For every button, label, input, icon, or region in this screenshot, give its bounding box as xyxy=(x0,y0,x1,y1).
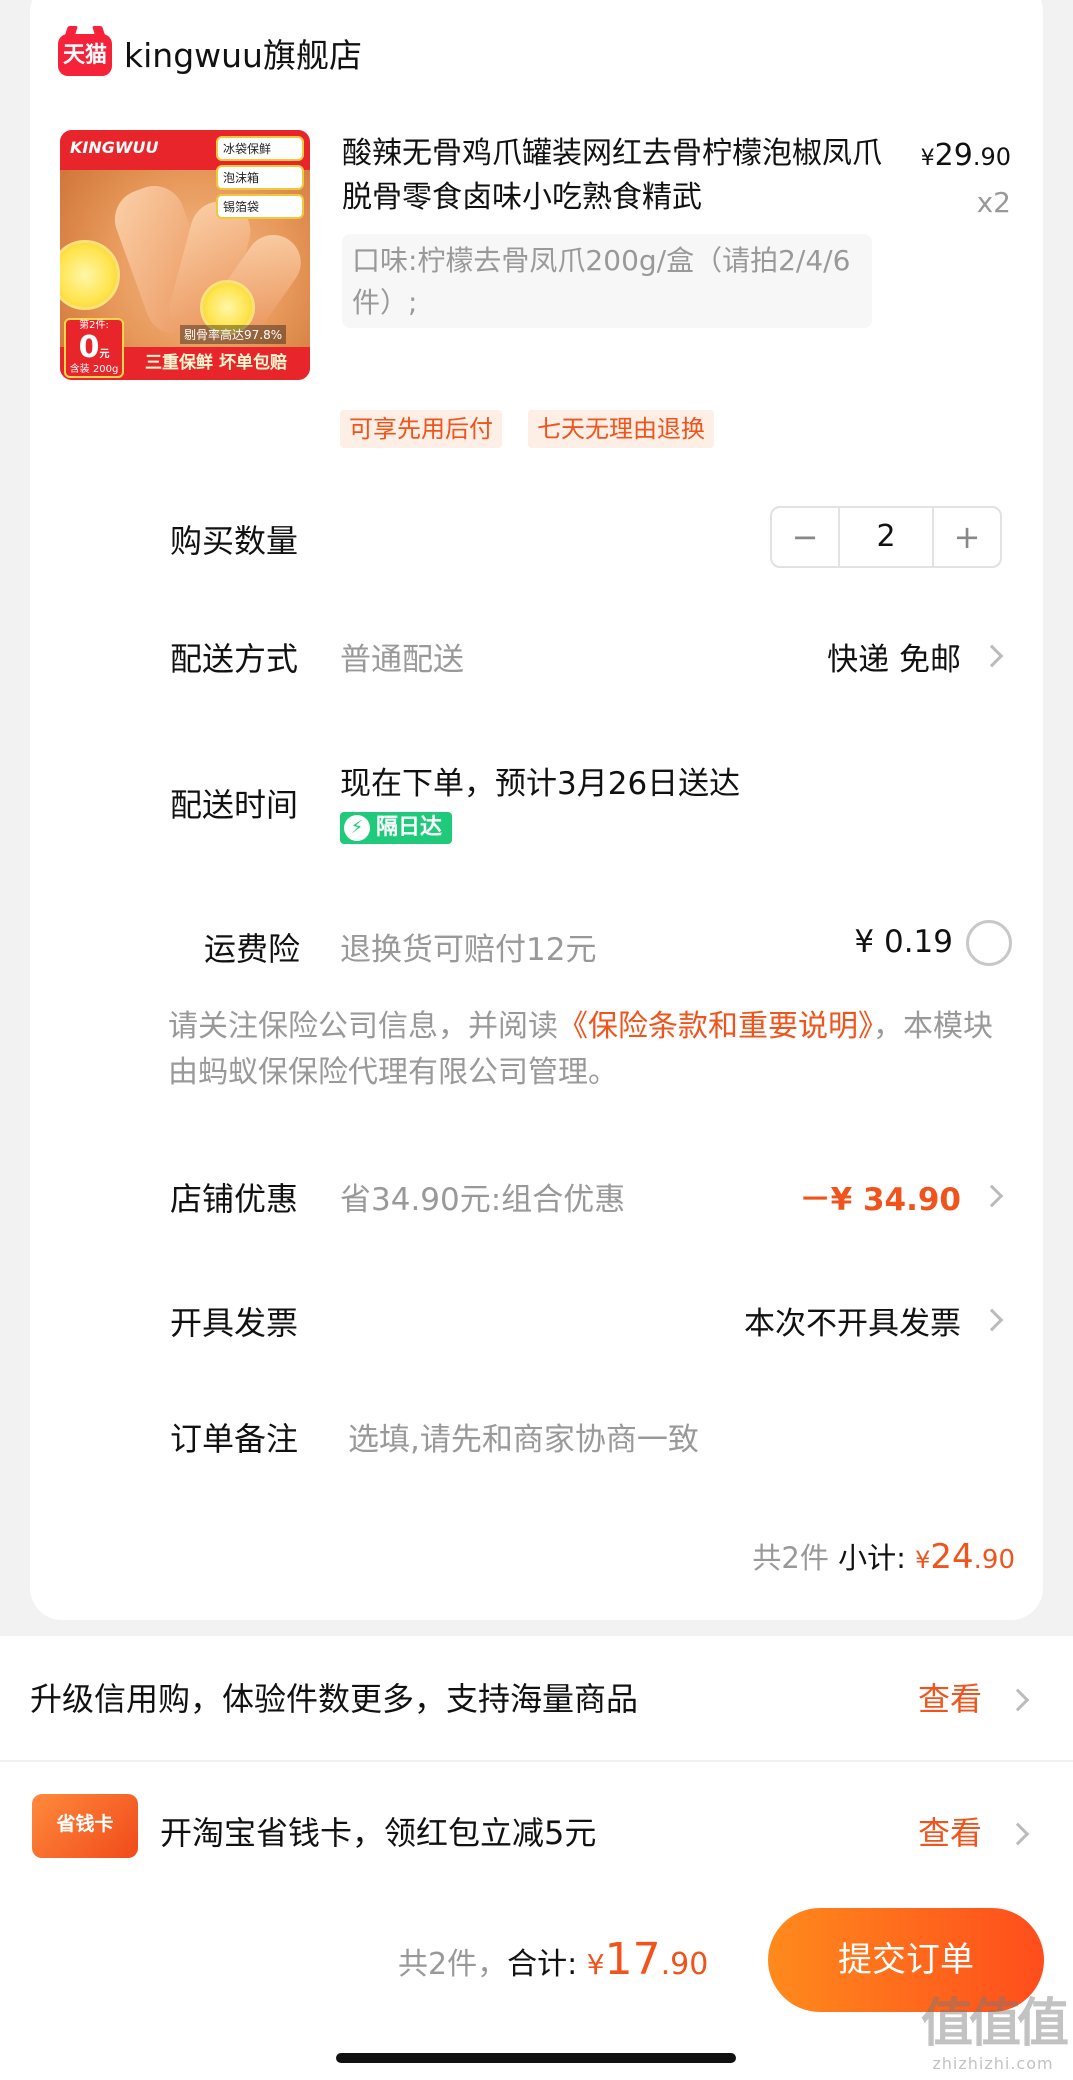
delivery-value: 普通配送 xyxy=(340,642,464,678)
invoice-label: 开具发票 xyxy=(170,1304,299,1342)
store-discount-amount[interactable]: －¥ 34.90 xyxy=(800,1174,961,1219)
insurance-note: 请关注保险公司信息，并阅读《保险条款和重要说明》，本模块由蚂蚁保保险代理有限公司… xyxy=(168,1009,993,1090)
image-rate-text: 剔骨率高达97.8% xyxy=(180,325,287,344)
insurance-label: 运费险 xyxy=(204,930,301,968)
insurance-price: ¥ 0.19 xyxy=(854,924,953,960)
pay-later-badge: 可享先用后付 xyxy=(340,410,502,448)
quantity-value[interactable]: 2 xyxy=(838,508,934,566)
delivery-label: 配送方式 xyxy=(170,640,299,678)
savecard-view-button[interactable]: 查看 xyxy=(918,1808,982,1854)
tmall-logo-icon: 天猫 xyxy=(58,34,112,76)
home-indicator[interactable] xyxy=(336,2053,736,2063)
product-image-brand: KINGWUU xyxy=(70,138,159,157)
subtotal: 共2件 小计: ¥24.90 xyxy=(752,1537,1015,1577)
chevron-right-icon[interactable] xyxy=(1006,1688,1030,1712)
return-badge: 七天无理由退换 xyxy=(528,410,714,448)
savecard-text: 开淘宝省钱卡，领红包立减5元 xyxy=(160,1814,597,1852)
credit-panel[interactable]: 升级信用购，体验件数更多，支持海量商品 查看 xyxy=(0,1636,1073,1760)
next-day-badge: ⚡ 隔日达 xyxy=(340,812,453,844)
remark-label: 订单备注 xyxy=(170,1420,299,1458)
product-sku[interactable]: 口味:柠檬去骨凤爪200g/盒（请拍2/4/6件）; xyxy=(342,234,872,328)
remark-input[interactable]: 选填,请先和商家协商一致 xyxy=(348,1414,699,1459)
image-tag: 冰袋保鲜 xyxy=(216,136,304,161)
decrease-button[interactable]: − xyxy=(772,508,838,566)
insurance-terms-link[interactable]: 《保险条款和重要说明》 xyxy=(558,1009,873,1044)
savecard-icon: 省钱卡 xyxy=(32,1794,138,1858)
product-quantity: x2 xyxy=(976,186,1011,219)
quantity-label: 购买数量 xyxy=(170,522,299,560)
store-name[interactable]: kingwuu旗舰店 xyxy=(124,34,362,78)
image-tag: 泡沫箱 xyxy=(216,165,304,190)
lightning-icon: ⚡ xyxy=(344,815,370,841)
increase-button[interactable]: + xyxy=(934,508,1000,566)
delivery-time-label: 配送时间 xyxy=(170,786,299,824)
product-price: ¥29.90 xyxy=(920,138,1011,173)
image-tag: 锡箔袋 xyxy=(216,194,304,219)
store-discount-label: 店铺优惠 xyxy=(170,1180,299,1218)
store-discount-value: 省34.90元:组合优惠 xyxy=(340,1182,626,1218)
product-title[interactable]: 酸辣无骨鸡爪罐装网红去骨柠檬泡椒凤爪脱骨零食卤味小吃熟食精武 xyxy=(342,132,882,220)
delivery-option[interactable]: 快递 免邮 xyxy=(827,634,961,679)
image-second-item: 第2件: 0元 含装 200g xyxy=(64,318,124,378)
quantity-stepper: − 2 + xyxy=(770,506,1002,568)
insurance-value: 退换货可赔付12元 xyxy=(340,932,597,968)
order-total: 共2件，合计: ¥17.90 xyxy=(398,1934,709,1985)
delivery-time-value: 现在下单，预计3月26日送达 xyxy=(340,766,741,802)
product-image[interactable]: KINGWUU 冰袋保鲜 泡沫箱 锡箔袋 剔骨率高达97.8% 三重保鲜 坏单包… xyxy=(60,130,310,380)
credit-view-button[interactable]: 查看 xyxy=(918,1674,982,1720)
credit-text: 升级信用购，体验件数更多，支持海量商品 xyxy=(30,1680,639,1718)
watermark-logo: 值值值 zhizhizhi.com xyxy=(920,1994,1069,2073)
insurance-radio[interactable] xyxy=(966,920,1012,966)
invoice-value[interactable]: 本次不开具发票 xyxy=(744,1298,961,1343)
